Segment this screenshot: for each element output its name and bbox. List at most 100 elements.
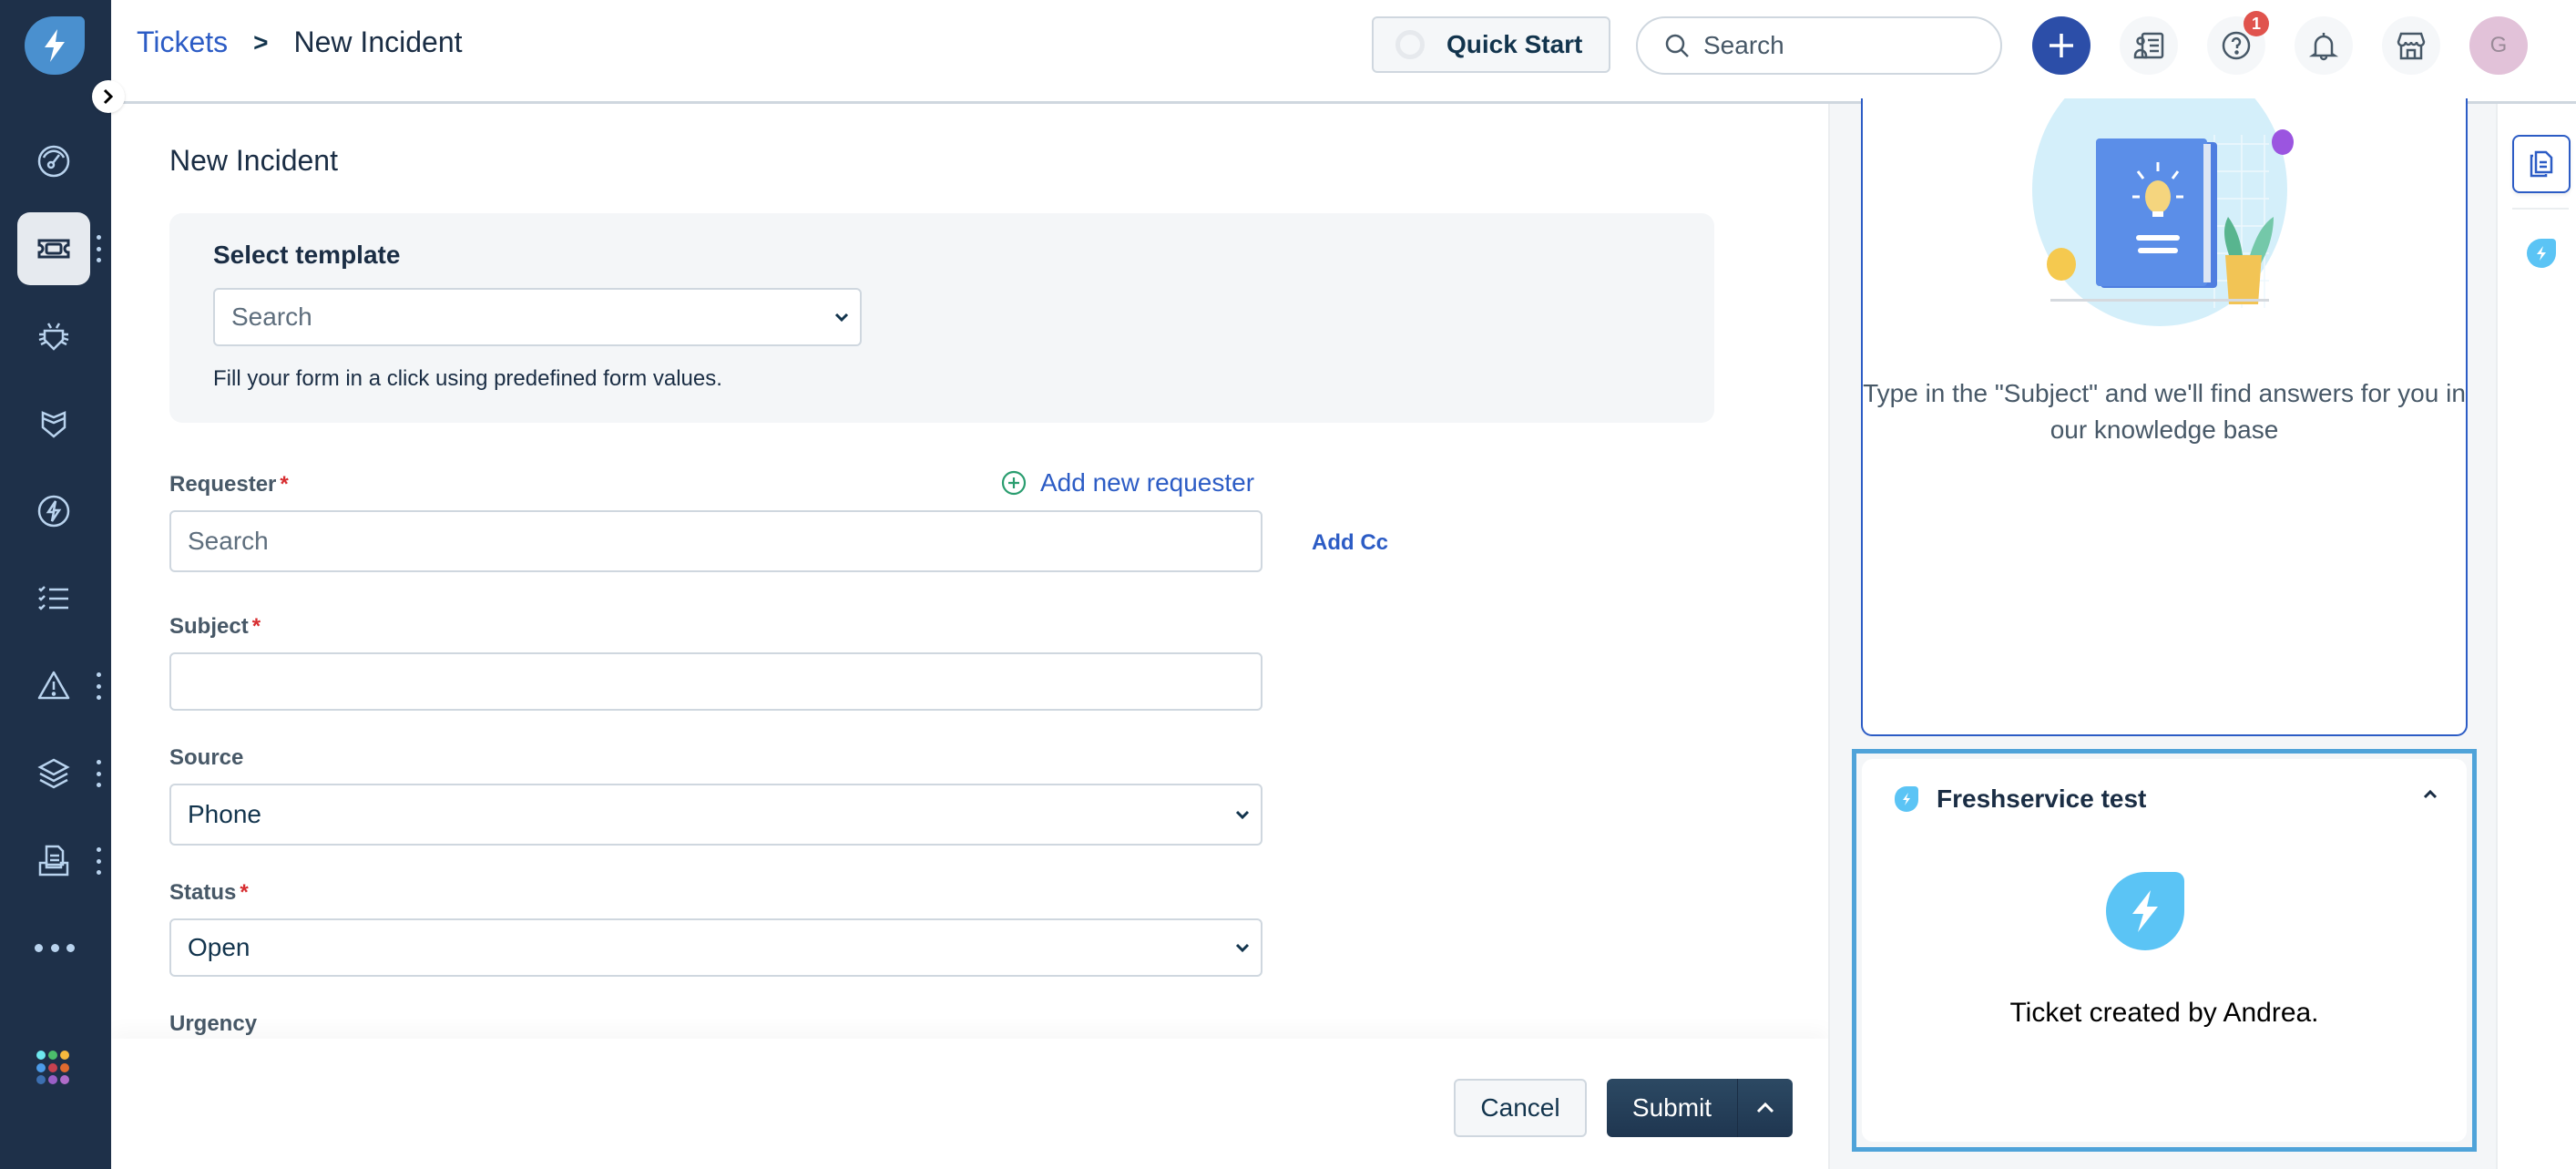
required-marker: * — [240, 880, 249, 905]
sidebar-item-changes[interactable] — [17, 387, 90, 460]
app-widget-header[interactable]: Freshservice test — [1895, 784, 2146, 814]
template-select[interactable]: Search — [213, 288, 862, 346]
sidebar-item-solutions[interactable] — [17, 825, 90, 897]
gauge-icon — [37, 145, 70, 178]
contact-list-icon — [2133, 32, 2164, 59]
add-new-requester-label: Add new requester — [1040, 468, 1255, 497]
app-grid-dot — [36, 1051, 46, 1060]
breadcrumb-separator: > — [253, 27, 269, 56]
sidebar-item-alerts[interactable] — [17, 650, 90, 723]
chevron-up-icon — [1756, 1102, 1774, 1113]
add-new-requester-link[interactable]: Add new requester — [1000, 468, 1254, 497]
status-label: Status * — [169, 880, 249, 906]
bolt-circle-icon — [37, 495, 70, 528]
document-tray-icon — [38, 845, 69, 877]
global-search-input[interactable]: Search — [1636, 16, 2002, 75]
help-button[interactable]: 1 — [2207, 11, 2269, 75]
sidebar — [0, 0, 111, 1169]
marketplace-button[interactable] — [2382, 16, 2440, 75]
urgency-label: Urgency — [169, 1011, 258, 1036]
app-widget-message: Ticket created by Andrea. — [2009, 998, 2319, 1028]
contacts-list-button[interactable] — [2120, 16, 2178, 75]
sidebar-item-problems[interactable] — [17, 300, 90, 373]
sidebar-item-tickets[interactable] — [17, 212, 90, 285]
cancel-button[interactable]: Cancel — [1454, 1079, 1587, 1137]
app-grid-dot — [48, 1075, 57, 1085]
sidebar-expand-button[interactable] — [92, 80, 125, 113]
bolt-icon — [2537, 246, 2546, 261]
solutions-more-menu[interactable] — [95, 847, 102, 875]
add-cc-link[interactable]: Add Cc — [1312, 530, 1388, 556]
subject-label: Subject * — [169, 614, 261, 640]
source-label: Source — [169, 745, 244, 770]
submit-button-group: Submit — [1607, 1079, 1793, 1137]
tickets-more-menu[interactable] — [95, 235, 102, 262]
sidebar-item-releases[interactable] — [17, 475, 90, 548]
app-widget-title: Freshservice test — [1937, 784, 2147, 813]
checklist-icon — [38, 586, 68, 610]
bolt-icon — [45, 29, 65, 62]
progress-ring-icon — [1395, 30, 1425, 59]
bug-icon — [38, 323, 69, 351]
warning-icon — [37, 671, 70, 700]
new-incident-form: New Incident Select template Search Fill… — [111, 104, 1828, 1169]
app-grid-dot — [60, 1062, 69, 1072]
sidebar-item-tasks[interactable] — [17, 562, 90, 635]
app-grid-dot — [36, 1062, 46, 1072]
layers-icon — [37, 758, 70, 789]
page-title: New Incident — [169, 144, 338, 177]
new-item-button[interactable] — [2032, 16, 2090, 75]
freshservice-app-icon — [1895, 786, 1918, 812]
freshservice-test-app-tab[interactable] — [2527, 239, 2556, 268]
assets-more-menu[interactable] — [95, 760, 102, 787]
status-label-text: Status — [169, 880, 237, 905]
requester-search-input[interactable]: Search — [169, 510, 1262, 572]
chevron-right-icon — [103, 88, 114, 105]
more-modules-icon[interactable] — [35, 942, 75, 953]
app-grid-dot — [60, 1051, 69, 1060]
shield-icon — [41, 411, 66, 438]
alerts-more-menu[interactable] — [95, 672, 102, 700]
plus-icon — [2050, 34, 2073, 57]
app-grid-dot — [48, 1051, 57, 1060]
search-icon — [1665, 34, 1689, 57]
freshservice-logo[interactable] — [25, 16, 85, 75]
breadcrumb-tickets-link[interactable]: Tickets — [137, 26, 228, 59]
ticket-icon — [37, 239, 70, 259]
submit-options-button[interactable] — [1738, 1079, 1793, 1137]
sidebar-item-dashboard[interactable] — [17, 125, 90, 198]
user-avatar[interactable]: G — [2469, 16, 2528, 75]
source-value: Phone — [188, 800, 261, 828]
breadcrumb: Tickets > New Incident — [137, 26, 463, 59]
knowledge-base-message: Type in the "Subject" and we'll find ans… — [1863, 379, 2466, 444]
sidebar-item-assets[interactable] — [17, 737, 90, 810]
template-section: Select template Search Fill your form in… — [169, 213, 1714, 423]
submit-button[interactable]: Submit — [1607, 1079, 1738, 1137]
quick-start-button[interactable]: Quick Start — [1372, 16, 1610, 73]
template-label: Select template — [213, 241, 401, 269]
source-select[interactable]: Phone — [169, 784, 1262, 846]
app-grid-dot — [48, 1062, 57, 1072]
store-icon — [2397, 32, 2426, 60]
top-header: Tickets > New Incident Quick Start Searc… — [111, 0, 2576, 104]
knowledge-base-tab-button[interactable] — [2512, 135, 2571, 193]
template-placeholder: Search — [231, 303, 312, 331]
quick-start-label: Quick Start — [1446, 30, 1583, 58]
help-notification-badge: 1 — [2244, 11, 2269, 36]
search-placeholder: Search — [1703, 31, 1784, 59]
app-grid-dot — [60, 1075, 69, 1085]
notifications-button[interactable] — [2295, 16, 2353, 75]
knowledge-base-card: Type in the "Subject" and we'll find ans… — [1861, 98, 2468, 736]
status-select[interactable]: Open — [169, 918, 1262, 977]
app-widget-collapse-button[interactable] — [2421, 788, 2439, 805]
template-help-text: Fill your form in a click using predefin… — [213, 366, 722, 391]
subject-input[interactable] — [169, 652, 1262, 711]
chevron-down-icon — [823, 312, 860, 323]
required-marker: * — [251, 614, 261, 639]
app-grid-dot — [36, 1075, 46, 1085]
chevron-down-icon — [1224, 942, 1261, 953]
documents-icon — [2530, 150, 2553, 178]
freshservice-test-app-widget: Freshservice test Ticket created by Andr… — [1852, 749, 2477, 1152]
form-footer: Cancel Submit — [111, 1039, 1828, 1169]
app-switcher-icon[interactable] — [36, 1051, 71, 1085]
